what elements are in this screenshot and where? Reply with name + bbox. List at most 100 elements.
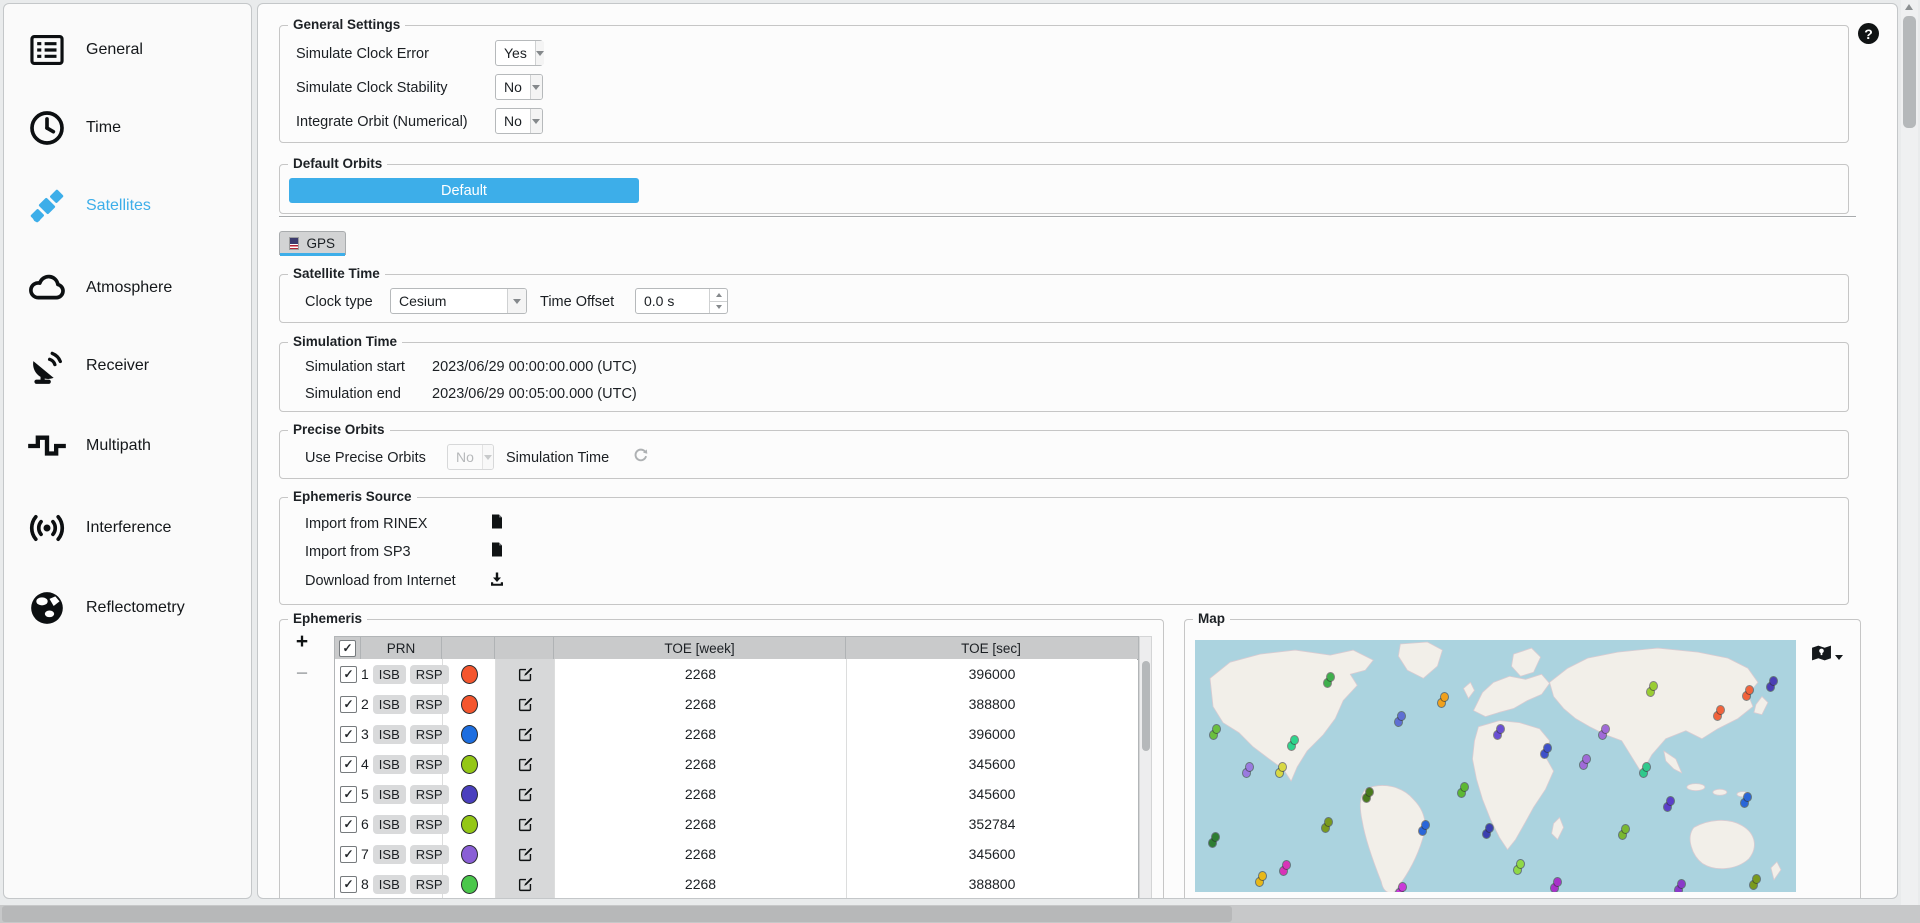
satellite-marker[interactable] [1541,750,1542,751]
edit-ephemeris-button[interactable] [518,667,533,682]
integrate-orbit-select[interactable]: No [495,108,543,134]
satellite-color-swatch[interactable] [461,785,478,804]
isb-button[interactable]: ISB [373,755,406,774]
satellite-marker[interactable] [1494,731,1495,732]
sidebar-item-multipath[interactable]: Multipath [4,424,251,468]
edit-ephemeris-button[interactable] [518,817,533,832]
refresh-icon[interactable] [632,447,649,469]
satellite-color-swatch[interactable] [461,725,478,744]
satellite-marker[interactable] [1324,679,1325,680]
isb-button[interactable]: ISB [373,875,406,894]
page-vertical-scrollbar[interactable] [1901,0,1918,905]
satellite-marker[interactable] [1210,731,1211,732]
download-icon[interactable] [490,572,504,592]
default-orbits-button[interactable]: Default [289,178,639,203]
satellite-marker[interactable] [1675,886,1676,887]
satellite-marker[interactable] [1580,761,1581,762]
edit-ephemeris-button[interactable] [518,697,533,712]
satellite-marker[interactable] [1395,718,1396,719]
isb-button[interactable]: ISB [373,665,406,684]
spin-down-button[interactable] [710,302,727,314]
isb-button[interactable]: ISB [373,815,406,834]
help-button[interactable]: ? [1858,23,1879,44]
sidebar-item-receiver[interactable]: Receiver [4,344,251,388]
scroll-up-arrow[interactable] [1905,4,1913,10]
satellite-marker[interactable] [1750,881,1751,882]
use-precise-orbits-select[interactable]: No [447,444,494,470]
satellite-marker[interactable] [1647,688,1648,689]
time-offset-spinbox[interactable]: 0.0 s [635,288,728,314]
satellite-marker[interactable] [1256,878,1257,879]
satellite-marker[interactable] [1483,830,1484,831]
page-horizontal-scrollbar[interactable] [0,905,1920,923]
edit-ephemeris-button[interactable] [518,727,533,742]
satellite-marker[interactable] [1276,769,1277,770]
clock-type-select[interactable]: Cesium [390,288,527,314]
toe-week-value: 2268 [555,809,847,839]
satellite-color-swatch[interactable] [461,755,478,774]
edit-ephemeris-button[interactable] [518,847,533,862]
satellite-marker[interactable] [1280,867,1281,868]
satellite-marker[interactable] [1209,839,1210,840]
import-rinex-file-icon[interactable] [491,514,503,534]
satellite-color-swatch[interactable] [461,845,478,864]
simulate-clock-stability-select[interactable]: No [495,74,543,100]
satellite-marker[interactable] [1322,824,1323,825]
sidebar-item-interference[interactable]: Interference [4,506,251,550]
sidebar-item-time[interactable]: Time [4,106,251,150]
world-map[interactable] [1195,640,1796,892]
satellite-marker[interactable] [1664,803,1665,804]
row-checkbox[interactable]: ✓ [340,846,357,863]
edit-ephemeris-button[interactable] [518,757,533,772]
tab-gps[interactable]: GPS [279,231,346,255]
isb-button[interactable]: ISB [373,695,406,714]
edit-ephemeris-button[interactable] [518,877,533,892]
row-checkbox[interactable]: ✓ [340,726,357,743]
satellite-marker[interactable] [1363,794,1364,795]
row-checkbox[interactable]: ✓ [340,876,357,893]
satellite-marker[interactable] [1288,742,1289,743]
satellite-marker[interactable] [1243,769,1244,770]
satellite-marker[interactable] [1640,769,1641,770]
satellite-color-swatch[interactable] [461,695,478,714]
isb-button[interactable]: ISB [373,725,406,744]
satellite-marker[interactable] [1741,799,1742,800]
sidebar-item-general[interactable]: General [4,28,251,72]
satellite-marker[interactable] [1714,712,1715,713]
sidebar-item-satellites[interactable]: Satellites [4,184,251,228]
row-checkbox[interactable]: ✓ [340,666,357,683]
satellite-marker[interactable] [1438,699,1439,700]
satellite-marker[interactable] [1458,789,1459,790]
isb-button[interactable]: ISB [373,845,406,864]
globe-icon [26,587,68,629]
edit-ephemeris-button[interactable] [518,787,533,802]
sidebar-item-reflectometry[interactable]: Reflectometry [4,586,251,630]
satellite-marker[interactable] [1743,692,1744,693]
satellite-marker[interactable] [1514,866,1515,867]
satellite-marker[interactable] [1419,827,1420,828]
select-all-checkbox[interactable]: ✓ [339,640,356,657]
remove-row-button[interactable]: − [292,664,312,684]
ephemeris-table-scrollbar[interactable] [1139,636,1152,899]
row-checkbox[interactable]: ✓ [340,816,357,833]
scrollbar-handle[interactable] [2,906,1232,922]
import-sp3-file-icon[interactable] [491,542,503,562]
simulate-clock-error-select[interactable]: Yes [495,40,543,66]
satellite-marker[interactable] [1551,884,1552,885]
row-checkbox[interactable]: ✓ [340,756,357,773]
satellite-marker[interactable] [1619,831,1620,832]
sidebar-item-atmosphere[interactable]: Atmosphere [4,266,251,310]
satellite-color-swatch[interactable] [461,815,478,834]
isb-button[interactable]: ISB [373,785,406,804]
row-checkbox[interactable]: ✓ [340,786,357,803]
spin-up-button[interactable] [710,289,727,302]
satellite-color-swatch[interactable] [461,665,478,684]
add-row-button[interactable]: + [292,632,312,652]
satellite-color-swatch[interactable] [461,875,478,894]
satellite-marker[interactable] [1396,889,1397,890]
satellite-marker[interactable] [1599,731,1600,732]
map-layers-button[interactable] [1811,644,1843,662]
scrollbar-handle[interactable] [1903,16,1916,128]
satellite-marker[interactable] [1767,683,1768,684]
row-checkbox[interactable]: ✓ [340,696,357,713]
